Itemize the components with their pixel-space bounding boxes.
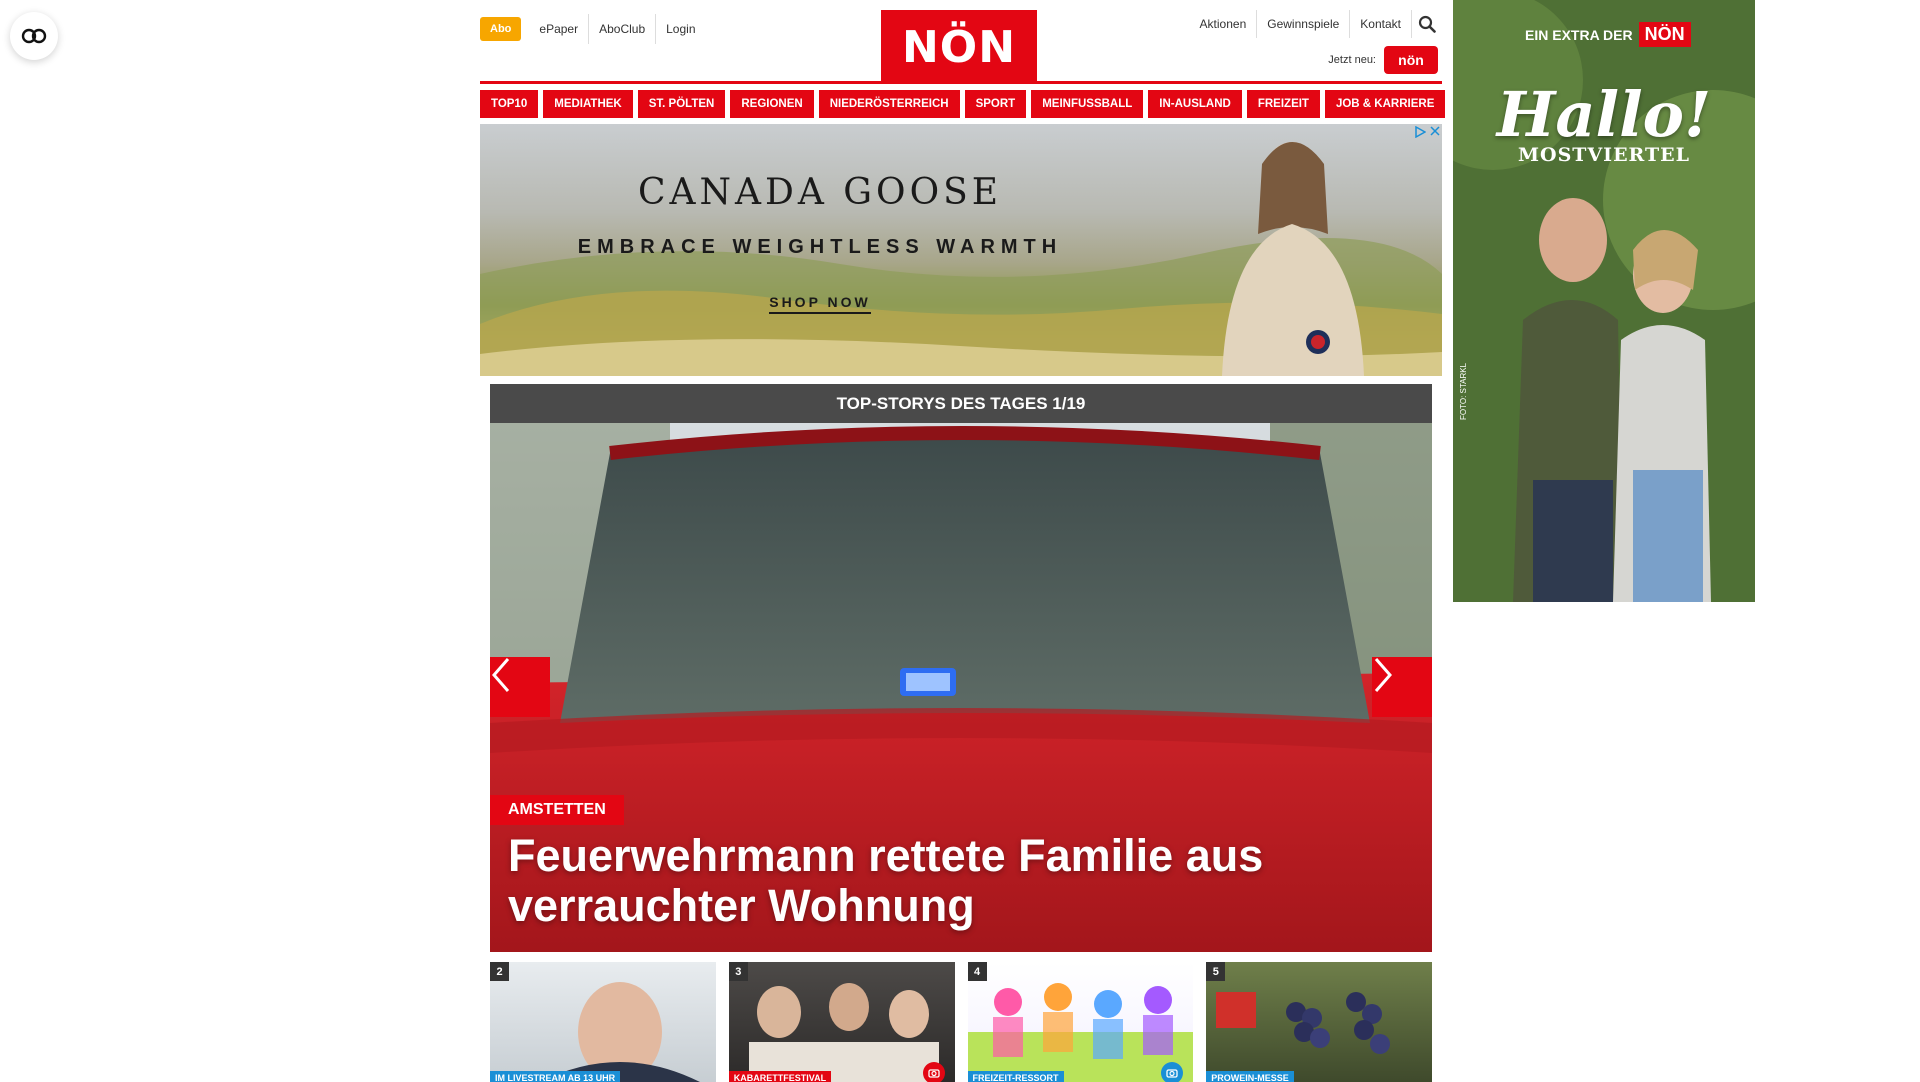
- story-thumb-2[interactable]: 2 IM LIVESTREAM AB 13 UHR: [490, 962, 716, 1082]
- accessibility-icon: [21, 28, 47, 44]
- thumb-image: [967, 983, 1194, 1082]
- kontakt-link[interactable]: Kontakt: [1350, 10, 1412, 38]
- ad-brand: CANADA GOOSE: [637, 172, 1003, 213]
- abo-button[interactable]: Abo: [480, 17, 522, 41]
- account-links: Abo ePaper AboClub Login: [480, 14, 706, 44]
- chevron-right-icon: [1374, 658, 1392, 692]
- side-ad-extra: EIN EXTRA DER NÖN: [1525, 22, 1691, 47]
- camera-icon: [1161, 1062, 1184, 1082]
- nav-freizeit[interactable]: FREIZEIT: [1246, 90, 1320, 118]
- hero-prev-button[interactable]: [490, 657, 550, 717]
- story-thumb-5[interactable]: 5 PROWEIN-MESSE: [1206, 962, 1432, 1082]
- thumb-number: 3: [728, 962, 748, 981]
- top-stories-header: TOP-STORYS DES TAGES 1/19: [490, 384, 1432, 423]
- nav-sport[interactable]: SPORT: [964, 90, 1027, 118]
- promo-logo: nön: [1384, 46, 1438, 74]
- ad-shop-now-button[interactable]: SHOP NOW: [480, 294, 1160, 314]
- jetzt-neu-promo[interactable]: Jetzt neu: nön: [1328, 46, 1438, 74]
- hero-category-tag[interactable]: AMSTETTEN: [490, 795, 624, 825]
- thumb-number: 5: [1206, 962, 1226, 981]
- camera-icon: [922, 1062, 945, 1082]
- chevron-left-icon: [492, 658, 510, 692]
- ad-close-icon[interactable]: [1430, 126, 1440, 136]
- aboclub-link[interactable]: AboClub: [588, 14, 655, 44]
- nav-job-karriere[interactable]: JOB & KARRIERE: [1324, 90, 1446, 118]
- side-advertisement[interactable]: EIN EXTRA DER NÖN Hallo! MOSTVIERTEL FOT…: [1453, 0, 1755, 602]
- side-ad-region: MOSTVIERTEL: [1518, 144, 1690, 166]
- ad-tagline: EMBRACE WEIGHTLESS WARMTH: [577, 236, 1063, 258]
- thumb-image: [1216, 992, 1391, 1054]
- top-bar: Abo ePaper AboClub Login NÖN Aktionen Ge…: [480, 0, 1442, 84]
- side-ad-photo-credit: FOTO: STARKL: [1459, 362, 1468, 420]
- search-icon[interactable]: [1412, 10, 1442, 38]
- service-links: Aktionen Gewinnspiele Kontakt: [1190, 10, 1442, 38]
- nav-mediathek[interactable]: MEDIATHEK: [543, 90, 633, 118]
- site-logo[interactable]: NÖN: [881, 10, 1037, 84]
- aktionen-link[interactable]: Aktionen: [1190, 10, 1258, 38]
- jetzt-neu-label: Jetzt neu:: [1328, 54, 1376, 66]
- thumb-number: 2: [490, 962, 509, 981]
- thumb-tag: FREIZEIT-RESSORT: [967, 1071, 1064, 1082]
- gewinnspiele-link[interactable]: Gewinnspiele: [1257, 10, 1351, 38]
- nav-top10[interactable]: TOP10: [480, 90, 539, 118]
- side-ad-title: Hallo!: [1496, 78, 1712, 151]
- nav-in-ausland[interactable]: IN-AUSLAND: [1148, 90, 1242, 118]
- main-navigation: TOP10 MEDIATHEK ST. PÖLTEN REGIONEN NIED…: [480, 90, 1446, 118]
- nav-niederoesterreich[interactable]: NIEDERÖSTERREICH: [818, 90, 960, 118]
- nav-regionen[interactable]: REGIONEN: [730, 90, 814, 118]
- story-thumbnails: 2 IM LIVESTREAM AB 13 UHR 3 KABARETTFEST…: [490, 962, 1432, 1082]
- hero-title[interactable]: Feuerwehrmann rettete Familie aus verrau…: [508, 831, 1388, 931]
- top-stories: TOP-STORYS DES TAGES 1/19 AMSTETTEN Feue…: [490, 384, 1432, 1082]
- login-link[interactable]: Login: [655, 14, 705, 44]
- thumb-image: [540, 982, 700, 1082]
- side-ad-logo: NÖN: [1638, 22, 1691, 47]
- page-column: Abo ePaper AboClub Login NÖN Aktionen Ge…: [480, 0, 1446, 1082]
- thumb-tag: IM LIVESTREAM AB 13 UHR: [490, 1071, 621, 1082]
- thumb-number: 4: [967, 962, 987, 981]
- advertisement-banner[interactable]: CANADA GOOSE EMBRACE WEIGHTLESS WARMTH S…: [480, 124, 1442, 376]
- thumb-tag: PROWEIN-MESSE: [1206, 1071, 1294, 1082]
- ad-model-image: [1222, 142, 1364, 376]
- ad-choices-icon[interactable]: [1414, 126, 1440, 138]
- hero-next-button[interactable]: [1372, 657, 1432, 717]
- side-ad-extra-label: EIN EXTRA DER: [1525, 26, 1633, 43]
- story-thumb-3[interactable]: 3 KABARETTFESTIVAL: [728, 962, 955, 1082]
- thumb-image: [748, 983, 939, 1082]
- nav-st-poelten[interactable]: ST. PÖLTEN: [637, 90, 726, 118]
- accessibility-button[interactable]: [10, 12, 58, 60]
- nav-meinfussball[interactable]: MEINFUSSBALL: [1031, 90, 1144, 118]
- thumb-tag: KABARETTFESTIVAL: [728, 1071, 832, 1082]
- ad-shop-label: SHOP NOW: [769, 294, 871, 314]
- epaper-link[interactable]: ePaper: [529, 14, 588, 44]
- story-thumb-4[interactable]: 4 FREIZEIT-RESSORT: [967, 962, 1194, 1082]
- hero-story[interactable]: AMSTETTEN Feuerwehrmann rettete Familie …: [490, 423, 1432, 952]
